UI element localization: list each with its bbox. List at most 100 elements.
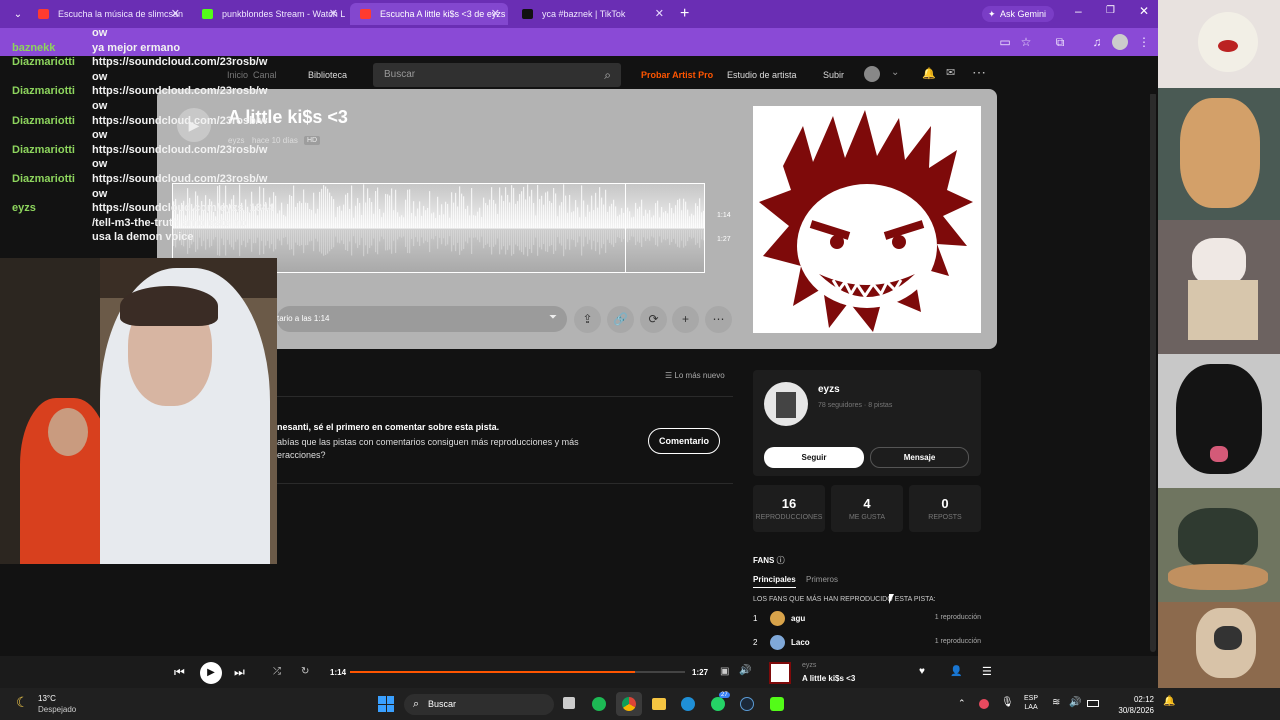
notifications-icon[interactable]: 🔔 <box>922 67 936 80</box>
message-button[interactable]: Mensaje <box>870 447 969 468</box>
follow-button[interactable]: Seguir <box>764 447 864 468</box>
maximize-button[interactable]: ❐ <box>1106 5 1118 17</box>
clock[interactable]: 02:12 30/8/2026 <box>1106 694 1154 716</box>
extensions-icon[interactable]: ⧉ <box>1052 34 1068 50</box>
chat-message: ow <box>12 99 302 113</box>
copy-link-button[interactable]: 🔗 <box>607 306 634 333</box>
follow-user-icon[interactable]: 👤 <box>950 666 962 677</box>
chat-text: usa la demon voice <box>92 231 194 244</box>
whatsapp-badge: 27 <box>719 692 730 698</box>
artist-name[interactable]: eyzs <box>818 384 840 395</box>
profile-avatar[interactable] <box>1112 34 1128 50</box>
repeat-icon[interactable]: ↻ <box>301 666 309 677</box>
mic-icon[interactable]: 🎙 <box>1001 697 1014 708</box>
add-to-playlist-button[interactable]: + <box>672 306 699 333</box>
chat-username[interactable]: baznekk <box>12 41 92 55</box>
chat-username[interactable]: Diazmariotti <box>12 143 92 157</box>
browser-tab[interactable]: punkblondes Stream - Watch L ✕ <box>192 3 346 25</box>
tab-list-button[interactable]: ⌄ <box>10 7 26 23</box>
battery-icon[interactable] <box>1087 700 1099 707</box>
moon-icon: ☾ <box>16 694 29 710</box>
fans-tab-main[interactable]: Principales <box>753 575 796 588</box>
dog-image-1 <box>1158 0 1280 88</box>
chevron-down-icon[interactable]: ⌄ <box>891 67 899 78</box>
browser-tab[interactable]: Escucha la música de slimcsan ✕ <box>28 3 188 25</box>
mini-player-icon[interactable]: ▣ <box>720 666 729 677</box>
user-avatar[interactable] <box>864 66 880 82</box>
nav-library[interactable]: Biblioteca <box>308 70 347 80</box>
new-tab-button[interactable]: + <box>680 6 698 22</box>
tray-volume-icon[interactable]: 🔊 <box>1069 697 1081 708</box>
bookmark-star-icon[interactable]: ☆ <box>1018 34 1034 50</box>
page-scrollbar[interactable] <box>1150 92 1156 652</box>
weather-temp[interactable]: 13°C <box>38 694 56 703</box>
chat-username[interactable]: Diazmariotti <box>12 84 92 98</box>
comment-input[interactable]: tario a las 1:14 ⏷ <box>277 306 567 332</box>
cast-icon[interactable]: ▭ <box>997 34 1013 50</box>
tab-close-icon[interactable]: ✕ <box>329 3 338 25</box>
sort-icon: ☰ <box>665 371 675 380</box>
taskbar-search[interactable]: ⌕ Buscar <box>404 694 554 715</box>
upload-link[interactable]: Subir <box>823 70 844 80</box>
browser-tab[interactable]: Escucha A little ki$s <3 de eyzs ✕ <box>350 3 508 25</box>
webcam-overlay <box>0 258 277 564</box>
minimize-button[interactable]: – <box>1075 5 1087 17</box>
browser-menu-icon[interactable]: ⋮ <box>1136 34 1152 50</box>
previous-button[interactable]: ⏮ <box>174 665 185 680</box>
task-view-icon[interactable] <box>563 697 575 709</box>
info-icon[interactable]: ⓘ <box>777 556 785 565</box>
fan-row[interactable]: 2 Laco 1 reproducción <box>753 634 981 652</box>
chat-username[interactable]: Diazmariotti <box>12 172 92 186</box>
file-explorer-icon[interactable] <box>652 698 666 710</box>
chat-message: eyzs https://soundcloud.com/eyzs_1844 <box>12 201 302 215</box>
player-artist[interactable]: eyzs <box>802 662 816 669</box>
kick-icon[interactable] <box>770 697 784 711</box>
artist-avatar[interactable] <box>764 382 808 426</box>
player-play-button[interactable]: ▶ <box>200 662 222 684</box>
artist-pro-link[interactable]: Probar Artist Pro <box>641 70 713 80</box>
more-icon[interactable]: ⋯ <box>972 64 986 81</box>
fan-row[interactable]: 1 agu 1 reproducción <box>753 610 981 628</box>
steam-icon[interactable] <box>740 697 754 711</box>
player-artwork[interactable] <box>769 662 791 684</box>
search-input[interactable]: Buscar ⌕ <box>373 63 621 87</box>
next-button[interactable]: ⏭ <box>234 665 245 680</box>
whatsapp-icon[interactable] <box>711 697 725 711</box>
like-icon[interactable]: ♥ <box>919 666 925 677</box>
tab-label: Escucha la música de slimcsan <box>58 9 184 19</box>
tab-close-icon[interactable]: ✕ <box>171 3 180 25</box>
tray-chevron-icon[interactable]: ⌃ <box>958 698 966 709</box>
chrome-icon[interactable] <box>616 692 642 716</box>
gemini-label: Ask Gemini <box>1000 9 1047 19</box>
chat-message: Diazmariotti https://soundcloud.com/23ros… <box>12 172 302 186</box>
tab-close-icon[interactable]: ✕ <box>655 3 664 25</box>
spotify-icon[interactable] <box>592 697 606 711</box>
notification-center-icon[interactable]: 🔔 <box>1163 696 1175 707</box>
chat-username[interactable]: Diazmariotti <box>12 114 92 128</box>
chat-username[interactable]: Diazmariotti <box>12 55 92 69</box>
studio-link[interactable]: Estudio de artista <box>727 70 797 80</box>
messages-icon[interactable]: ✉ <box>946 66 955 79</box>
comment-button[interactable]: Comentario <box>648 428 720 454</box>
volume-icon[interactable]: 🔊 <box>739 665 751 676</box>
edge-icon[interactable] <box>681 697 695 711</box>
media-icon[interactable]: ♫ <box>1089 34 1105 50</box>
shuffle-icon[interactable]: ⤮ <box>273 666 281 677</box>
stream-chat: ow baznekk ya mejor ermano Diazmariotti http… <box>0 27 302 243</box>
tab-close-icon[interactable]: ✕ <box>491 3 500 25</box>
wifi-icon[interactable]: ≋ <box>1052 697 1060 708</box>
fans-tab-first[interactable]: Primeros <box>806 575 838 584</box>
sort-button[interactable]: ☰ Lo más nuevo <box>665 371 725 380</box>
queue-icon[interactable]: ☰ <box>982 665 992 678</box>
windows-start-icon[interactable] <box>378 696 394 712</box>
tray-app-icon[interactable] <box>979 699 989 709</box>
share-button[interactable]: ⇪ <box>574 306 601 333</box>
language-indicator[interactable]: ESP LAA <box>1024 694 1038 712</box>
gemini-button[interactable]: ✦ Ask Gemini <box>982 6 1054 22</box>
close-window-button[interactable]: ✕ <box>1139 5 1151 17</box>
repost-button[interactable]: ⟳ <box>640 306 667 333</box>
browser-tab[interactable]: yca #baznek | TikTok ✕ <box>512 3 672 25</box>
chat-username[interactable]: eyzs <box>12 201 92 215</box>
player-title[interactable]: A little ki$s <3 <box>802 674 855 683</box>
more-actions-button[interactable]: ⋯ <box>705 306 732 333</box>
